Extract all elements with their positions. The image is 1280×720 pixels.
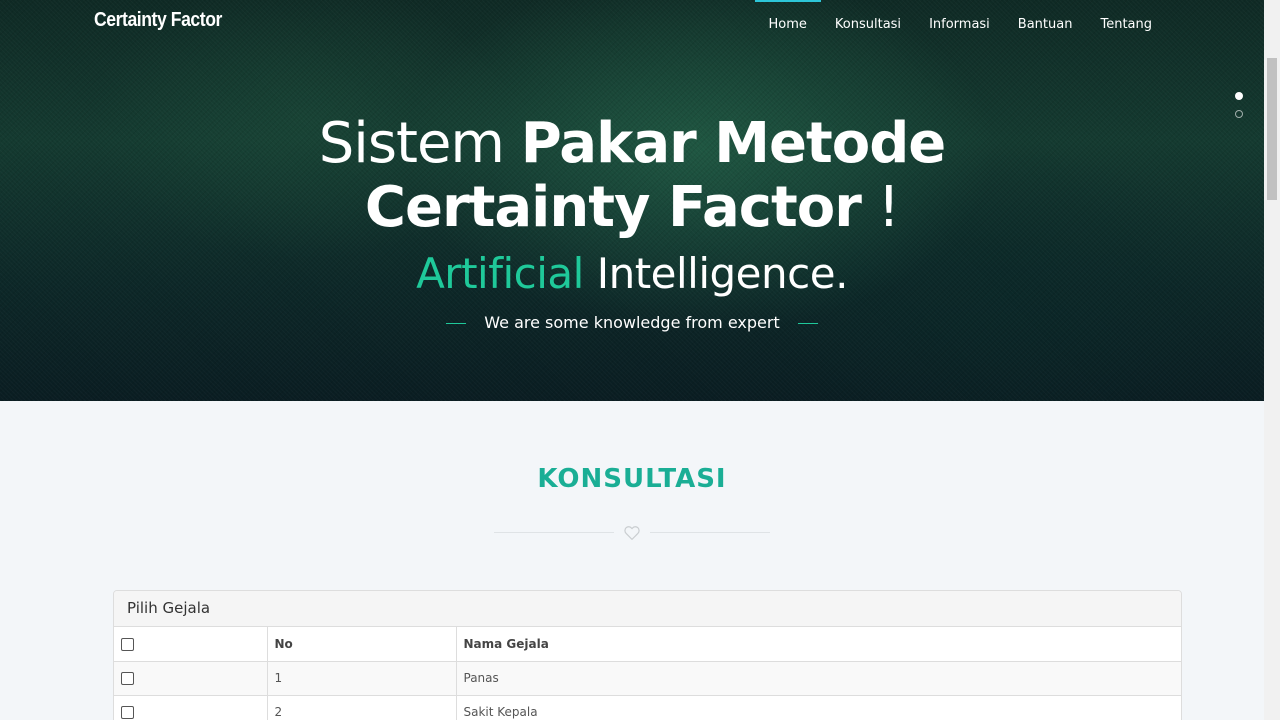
row-no: 2 bbox=[267, 695, 457, 720]
gejala-panel: Pilih Gejala No Nama Gejala 1 Panas 2 Sa… bbox=[113, 590, 1182, 720]
tagline-text: We are some knowledge from expert bbox=[484, 313, 780, 332]
select-all-cell bbox=[114, 627, 268, 662]
page: Certainty Factor Home Konsultasi Informa… bbox=[0, 0, 1280, 720]
nav-item-bantuan[interactable]: Bantuan bbox=[1004, 0, 1087, 50]
divider-line-left bbox=[494, 532, 614, 533]
hero-line2-bold: Certainty Factor bbox=[364, 175, 862, 240]
tagline-dash-right bbox=[797, 323, 818, 324]
row-nama-gejala: Sakit Kepala bbox=[456, 695, 1181, 720]
hero-line1-thin: Sistem bbox=[318, 111, 521, 176]
gejala-table: No Nama Gejala 1 Panas 2 Sakit Kepala bbox=[114, 627, 1181, 720]
hero-line2-thin: ! bbox=[860, 175, 900, 240]
row-nama-gejala: Panas bbox=[456, 661, 1181, 696]
section-title: KONSULTASI bbox=[537, 464, 727, 494]
tagline-dash-left bbox=[446, 323, 467, 324]
nav-menu: Home Konsultasi Informasi Bantuan Tentan… bbox=[754, 0, 1166, 50]
section-divider bbox=[494, 524, 770, 542]
row-no: 1 bbox=[267, 661, 457, 696]
panel-heading: Pilih Gejala bbox=[114, 591, 1181, 627]
heart-icon bbox=[624, 526, 640, 540]
divider-line-right bbox=[650, 532, 770, 533]
row-checkbox[interactable] bbox=[121, 706, 134, 719]
row-checkbox-cell bbox=[114, 661, 268, 696]
hero-line3-accent: Artificial bbox=[416, 249, 584, 298]
hero-tagline: We are some knowledge from expert bbox=[0, 313, 1264, 332]
nav-item-tentang[interactable]: Tentang bbox=[1086, 0, 1166, 50]
nav-item-home[interactable]: Home bbox=[754, 0, 822, 50]
column-header-no: No bbox=[267, 627, 457, 662]
nav-item-informasi[interactable]: Informasi bbox=[915, 0, 1004, 50]
hero-line3-rest: Intelligence. bbox=[583, 249, 849, 298]
hero-line1-bold: Pakar Metode bbox=[520, 111, 946, 176]
slider-dot-1[interactable] bbox=[1235, 92, 1243, 100]
scrollbar-thumb[interactable] bbox=[1267, 58, 1277, 200]
column-header-nama-gejala: Nama Gejala bbox=[456, 627, 1181, 662]
brand-logo[interactable]: Certainty Factor bbox=[94, 9, 222, 32]
nav-item-konsultasi[interactable]: Konsultasi bbox=[821, 0, 915, 50]
row-checkbox[interactable] bbox=[121, 672, 134, 685]
hero-banner: Certainty Factor Home Konsultasi Informa… bbox=[0, 0, 1264, 401]
table-row: 1 Panas bbox=[114, 661, 1181, 696]
page-scrollbar[interactable] bbox=[1264, 0, 1280, 720]
table-header-row: No Nama Gejala bbox=[114, 627, 1181, 662]
navbar: Certainty Factor Home Konsultasi Informa… bbox=[0, 0, 1264, 50]
hero-headline: Sistem Pakar Metode Certainty Factor ! A… bbox=[0, 112, 1264, 302]
row-checkbox-cell bbox=[114, 695, 268, 720]
table-row: 2 Sakit Kepala bbox=[114, 695, 1181, 720]
select-all-checkbox[interactable] bbox=[121, 637, 134, 651]
